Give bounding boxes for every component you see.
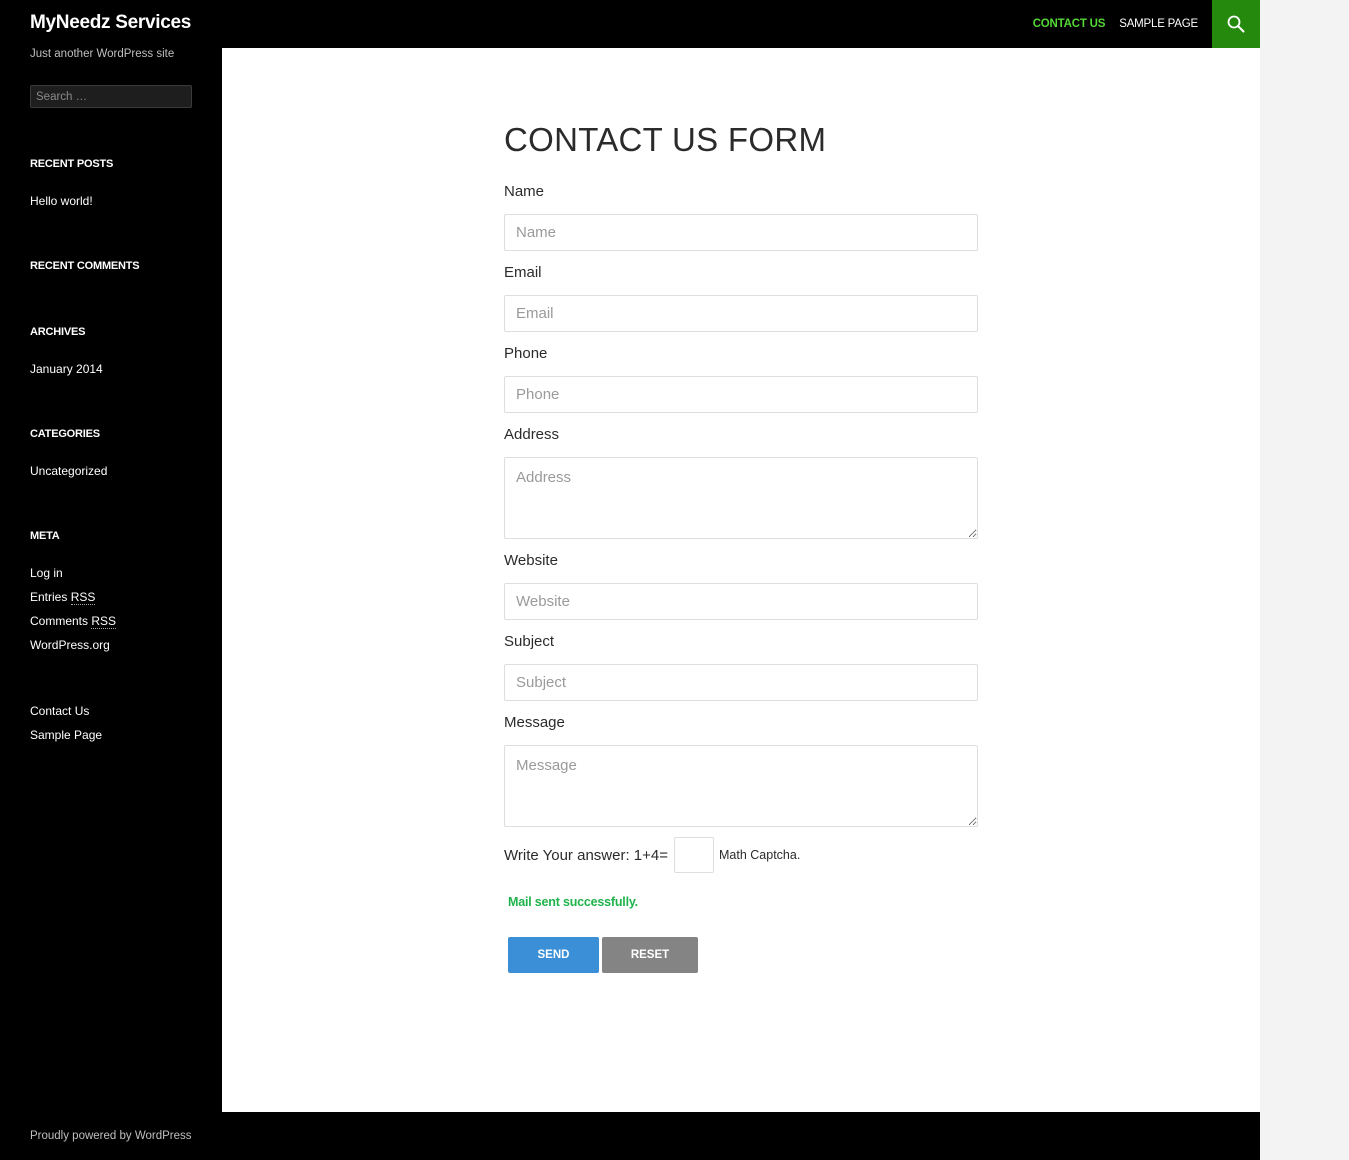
recent-post-link[interactable]: Hello world! (30, 194, 93, 208)
comments-label: Comments (30, 614, 89, 628)
nav-contact-us[interactable]: CONTACT US (1033, 18, 1106, 30)
phone-input[interactable] (504, 376, 978, 413)
meta-entries-rss-link[interactable]: Entries RSS (30, 590, 96, 605)
subject-input[interactable] (504, 664, 978, 701)
name-label: Name (504, 183, 545, 200)
site-tagline: Just another WordPress site (30, 48, 175, 60)
rss-abbr: RSS (91, 614, 117, 629)
message-textarea[interactable] (504, 745, 978, 827)
page: MyNeedz Services CONTACT US SAMPLE PAGE … (0, 0, 1260, 1160)
entries-label: Entries (30, 590, 68, 604)
site-title-link[interactable]: MyNeedz Services (30, 12, 191, 34)
archive-link[interactable]: January 2014 (30, 362, 103, 376)
widget-title-meta: META (30, 530, 60, 542)
site-header: MyNeedz Services CONTACT US SAMPLE PAGE (0, 0, 1260, 48)
form-title: CONTACT US FORM (504, 121, 827, 158)
category-link[interactable]: Uncategorized (30, 464, 107, 478)
success-message: Mail sent successfully. (508, 895, 638, 909)
meta-wordpress-org-link[interactable]: WordPress.org (30, 638, 110, 652)
footer-credit-link[interactable]: Proudly powered by WordPress (30, 1130, 192, 1142)
email-label: Email (504, 264, 542, 281)
website-label: Website (504, 552, 558, 569)
meta-comments-rss-link[interactable]: Comments RSS (30, 614, 117, 629)
send-button[interactable]: SEND (508, 937, 599, 973)
message-label: Message (504, 714, 565, 731)
primary-nav: CONTACT US SAMPLE PAGE (1019, 0, 1198, 48)
name-input[interactable] (504, 214, 978, 251)
nav-sample-page[interactable]: SAMPLE PAGE (1119, 18, 1198, 30)
search-toggle-button[interactable] (1212, 0, 1260, 48)
search-icon (1227, 15, 1245, 33)
widget-title-recent-posts: RECENT POSTS (30, 158, 114, 170)
main-content: CONTACT US FORM Name Email Phone Address… (222, 48, 1260, 1112)
website-input[interactable] (504, 583, 978, 620)
subject-label: Subject (504, 633, 555, 650)
email-input[interactable] (504, 295, 978, 332)
meta-login-link[interactable]: Log in (30, 566, 63, 580)
captcha-hint: Math Captcha. (719, 848, 801, 862)
page-link-sample-page[interactable]: Sample Page (30, 728, 102, 742)
phone-label: Phone (504, 345, 548, 362)
widget-title-recent-comments: RECENT COMMENTS (30, 260, 140, 272)
captcha-question: Write Your answer: 1+4= (504, 846, 668, 864)
captcha-row: Write Your answer: 1+4= Math Captcha. (504, 837, 800, 873)
reset-button[interactable]: RESET (602, 937, 698, 973)
widget-title-archives: ARCHIVES (30, 326, 86, 338)
address-textarea[interactable] (504, 457, 978, 539)
rss-abbr: RSS (70, 590, 96, 605)
widget-title-categories: CATEGORIES (30, 428, 100, 440)
captcha-input[interactable] (674, 837, 714, 873)
address-label: Address (504, 426, 560, 443)
sidebar-search-input[interactable] (30, 85, 192, 108)
page-link-contact-us[interactable]: Contact Us (30, 704, 89, 718)
